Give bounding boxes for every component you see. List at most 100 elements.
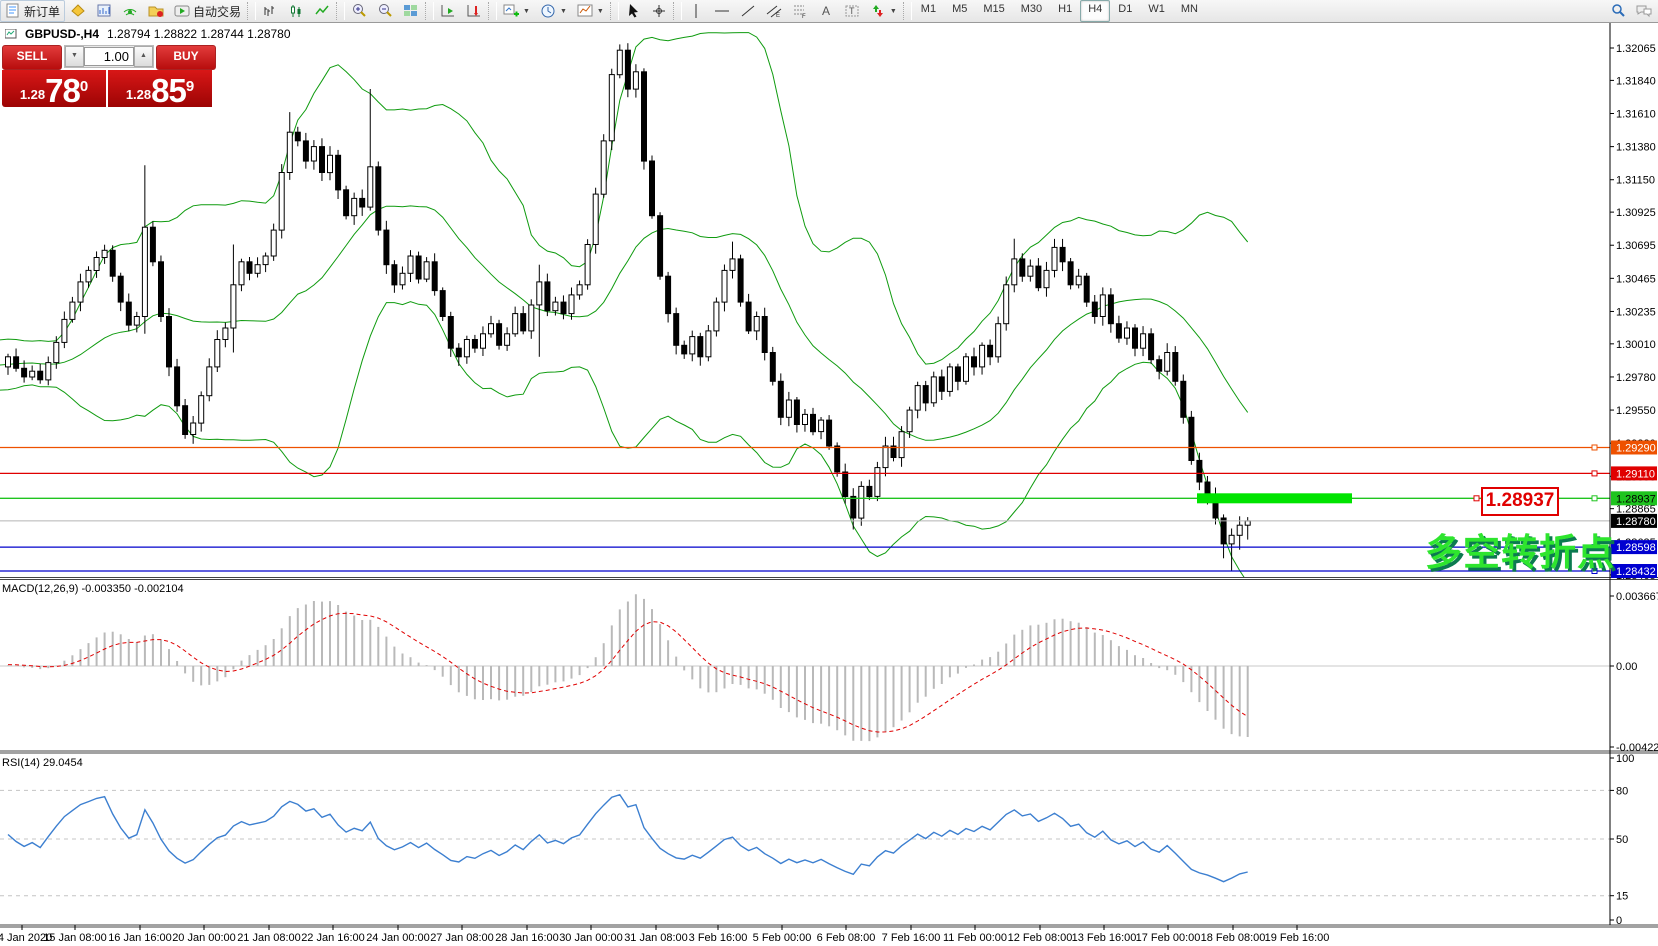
price-axis-tick: 1.28865 <box>1616 504 1656 516</box>
price-axis-tick: 1.32065 <box>1616 43 1656 55</box>
main-chart-layer[interactable] <box>0 33 1610 583</box>
price-axis-tick: 1.30695 <box>1616 240 1656 252</box>
time-axis-label: 7 Feb 16:00 <box>882 932 941 944</box>
support-highlight-bar[interactable] <box>1197 493 1352 503</box>
auto-trading-button[interactable]: 自动交易 <box>169 0 246 22</box>
search-icon[interactable] <box>1610 3 1626 19</box>
chart-shift-icon <box>466 3 482 19</box>
market-watch-icon <box>96 3 112 19</box>
periods-button[interactable]: ▼ <box>535 0 572 22</box>
timeframe-button-h4[interactable]: H4 <box>1080 0 1110 22</box>
time-axis-label: 3 Feb 16:00 <box>689 932 748 944</box>
rsi-axis-tick: 0 <box>1616 915 1622 927</box>
horizontal-line-object[interactable] <box>0 471 1610 476</box>
zoom-in-icon <box>351 3 367 19</box>
lot-increase-button[interactable]: ▲ <box>134 46 153 67</box>
new-order-icon <box>5 3 21 19</box>
time-axis-label: 30 Jan 00:00 <box>559 932 623 944</box>
templates-button[interactable]: ▼ <box>572 0 609 22</box>
market-watch-button[interactable] <box>91 0 117 22</box>
text-button[interactable]: A <box>813 0 839 22</box>
zoom-out-button[interactable] <box>372 0 398 22</box>
bollinger-lower-band <box>0 302 1248 583</box>
toolbar-separator <box>903 2 912 20</box>
chart-shift-button[interactable] <box>461 0 487 22</box>
macd-main-value: -0.003350 <box>81 583 131 595</box>
zoom-out-icon <box>377 3 393 19</box>
crosshair-icon <box>651 3 667 19</box>
chart-window-icon <box>5 29 17 39</box>
rsi-axis-tick: 100 <box>1616 753 1634 765</box>
channel-button[interactable]: E <box>761 0 787 22</box>
timeframe-button-h1[interactable]: H1 <box>1050 0 1080 22</box>
trendline-button[interactable] <box>735 0 761 22</box>
timeframe-button-m5[interactable]: M5 <box>944 0 975 22</box>
auto-scroll-button[interactable] <box>435 0 461 22</box>
support-price-callout[interactable]: 1.28937 <box>1481 487 1559 516</box>
horizontal-line-object[interactable] <box>0 493 1610 503</box>
timeframe-button-m30[interactable]: M30 <box>1013 0 1050 22</box>
macd-indicator-label: MACD(12,26,9) -0.003350 -0.002104 <box>2 583 184 595</box>
rsi-line <box>8 795 1248 882</box>
timeframe-button-d1[interactable]: D1 <box>1110 0 1140 22</box>
timeframe-button-w1[interactable]: W1 <box>1140 0 1173 22</box>
chart-canvas[interactable]: 1.320651.318401.316101.313801.311501.309… <box>0 23 1658 946</box>
crosshair-button[interactable] <box>646 0 672 22</box>
history-center-button[interactable] <box>143 0 169 22</box>
time-axis-label: 22 Jan 16:00 <box>301 932 365 944</box>
horizontal-line-object[interactable] <box>0 569 1610 574</box>
vline-button[interactable] <box>683 0 709 22</box>
profiles-button[interactable] <box>65 0 91 22</box>
cursor-button[interactable] <box>620 0 646 22</box>
zoom-in-button[interactable] <box>346 0 372 22</box>
timeframe-button-m1[interactable]: M1 <box>913 0 944 22</box>
clock-icon <box>540 3 556 19</box>
bull-bear-turning-point-note[interactable]: 多空转折点 <box>1425 522 1615 576</box>
label-button[interactable]: T <box>839 0 865 22</box>
one-click-trading-panel: SELL ▼ ▲ BUY 1.28 78 0 1.28 85 9 <box>2 45 216 107</box>
time-axis-label: 31 Jan 08:00 <box>624 932 688 944</box>
svg-text:1.28432: 1.28432 <box>1616 566 1656 578</box>
line-chart-button[interactable] <box>309 0 335 22</box>
fibonacci-button[interactable]: F <box>787 0 813 22</box>
toolbar-separator <box>488 2 497 20</box>
time-axis-label: 19 Feb 16:00 <box>1265 932 1330 944</box>
lot-decrease-button[interactable]: ▼ <box>65 46 84 67</box>
bollinger-middle-band <box>0 206 1248 440</box>
indicators-button[interactable]: ▼ <box>498 0 535 22</box>
sell-price-display[interactable]: 1.28 78 0 <box>2 70 106 107</box>
chat-icon[interactable] <box>1636 3 1652 19</box>
axes-layer: 1.320651.318401.316101.313801.311501.309… <box>0 23 1658 944</box>
time-axis-label: 20 Jan 00:00 <box>172 932 236 944</box>
svg-text:1.29290: 1.29290 <box>1616 442 1656 454</box>
tile-windows-button[interactable] <box>398 0 424 22</box>
lot-size-input[interactable] <box>84 47 134 66</box>
ohlc-values: 1.28794 1.28822 1.28744 1.28780 <box>107 27 291 41</box>
arrows-button[interactable]: ▼ <box>865 0 902 22</box>
timeframe-button-m15[interactable]: M15 <box>975 0 1012 22</box>
buy-price-display[interactable]: 1.28 85 9 <box>108 70 212 107</box>
template-icon <box>577 3 593 19</box>
signals-button[interactable] <box>117 0 143 22</box>
toolbar-separator <box>610 2 619 20</box>
price-axis-tick: 1.31380 <box>1616 142 1656 154</box>
auto-scroll-icon <box>440 3 456 19</box>
horizontal-line-object[interactable] <box>0 545 1610 550</box>
hline-button[interactable] <box>709 0 735 22</box>
sell-price-pipette: 0 <box>80 70 88 104</box>
svg-text:A: A <box>822 4 830 18</box>
sell-button[interactable]: SELL <box>2 45 62 70</box>
price-axis-tick: 1.30465 <box>1616 273 1656 285</box>
price-axis-tick: 1.31610 <box>1616 109 1656 121</box>
horizontal-line-object[interactable] <box>0 445 1610 450</box>
profiles-icon <box>70 3 86 19</box>
candlestick-chart-button[interactable] <box>283 0 309 22</box>
sell-price-big: 78 <box>45 76 80 106</box>
new-order-button[interactable]: 新订单 <box>0 0 65 22</box>
buy-button[interactable]: BUY <box>156 45 216 70</box>
chevron-down-icon: ▼ <box>597 8 604 15</box>
timeframe-button-mn[interactable]: MN <box>1173 0 1206 22</box>
time-axis-label: 6 Feb 08:00 <box>817 932 876 944</box>
tile-windows-icon <box>403 3 419 19</box>
bar-chart-button[interactable] <box>257 0 283 22</box>
